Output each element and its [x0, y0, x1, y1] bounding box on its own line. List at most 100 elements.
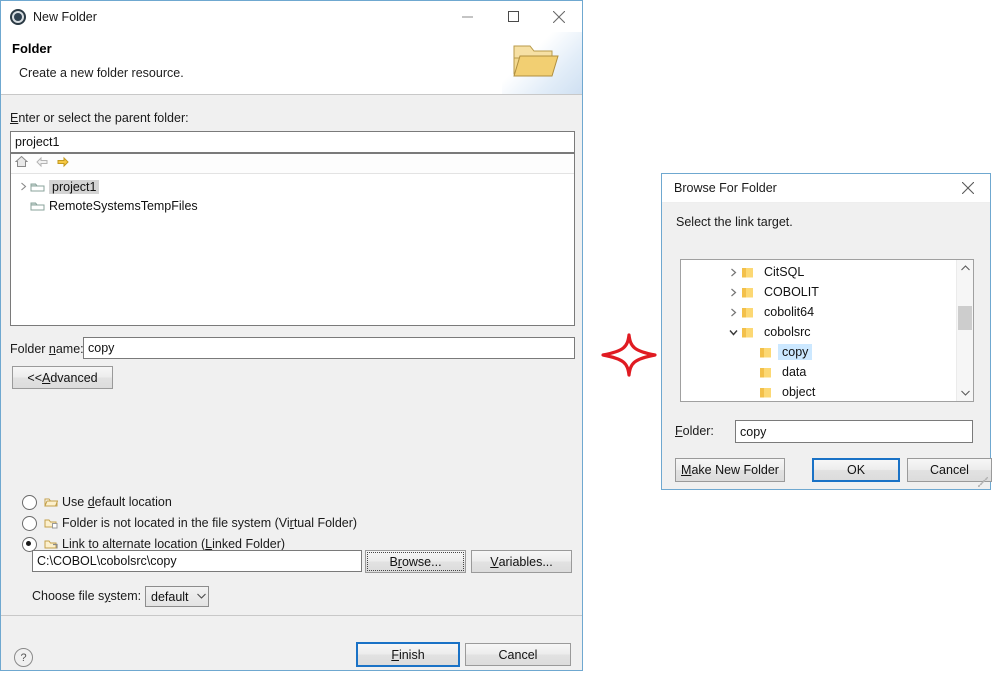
maximize-icon[interactable] [490, 1, 536, 32]
browse-tree-item-copy[interactable]: copy [681, 342, 973, 362]
file-system-label: Choose file system: [32, 589, 141, 603]
eclipse-wizard-icon [10, 9, 26, 25]
ok-label: OK [847, 463, 865, 477]
parent-folder-input[interactable]: project1 [10, 131, 575, 153]
browse-dialog-prompt: Select the link target. [676, 215, 990, 229]
folder-icon [759, 386, 772, 399]
folder-name-input[interactable]: copy [83, 337, 575, 359]
help-icon[interactable]: ? [14, 648, 33, 667]
file-system-select[interactable]: default [145, 586, 209, 607]
browse-cancel-label: Cancel [930, 463, 969, 477]
folder-icon [741, 286, 754, 299]
cancel-label: Cancel [499, 648, 538, 662]
browse-tree-item-cobolsrc[interactable]: cobolsrc [681, 322, 973, 342]
new-folder-titlebar: New Folder [1, 1, 582, 32]
tree-item-remotesystemstempfiles[interactable]: RemoteSystemsTempFiles [11, 196, 574, 215]
close-icon[interactable] [946, 174, 990, 202]
browse-tree-item-label: cobolit64 [760, 304, 818, 320]
browse-folder-label: Folder: [675, 424, 714, 438]
option-virtual-folder[interactable]: Folder is not located in the file system… [22, 513, 357, 533]
home-icon[interactable] [15, 155, 28, 173]
tree-toolbar [11, 154, 574, 174]
file-system-value: default [151, 590, 189, 604]
finish-button[interactable]: Finish [356, 642, 460, 667]
linked-folder-icon [44, 539, 58, 550]
browse-for-folder-dialog: Browse For Folder Select the link target… [661, 173, 991, 490]
browse-tree-item-label: CitSQL [760, 264, 808, 280]
browse-tree-item-citsql[interactable]: CitSQL [681, 262, 973, 282]
chevron-right-icon[interactable] [725, 288, 741, 297]
chevron-right-icon[interactable] [725, 308, 741, 317]
tree-item-label: RemoteSystemsTempFiles [49, 199, 198, 213]
folder-icon [741, 326, 754, 339]
browse-tree-item-object[interactable]: object [681, 382, 973, 402]
banner-art [502, 32, 582, 94]
folder-name-value: copy [88, 341, 114, 355]
folder-icon [741, 306, 754, 319]
red-sparkle-marker [600, 332, 658, 378]
folder-icon [759, 346, 772, 359]
folder-name-label: Folder name: [10, 342, 84, 356]
wizard-footer: ? Finish Cancel [1, 615, 582, 670]
option-label: Folder is not located in the file system… [62, 516, 357, 530]
wizard-description: Create a new folder resource. [19, 66, 184, 80]
radio-button[interactable] [22, 516, 37, 531]
browse-tree-item-cobolit[interactable]: COBOLIT [681, 282, 973, 302]
back-arrow-icon[interactable] [35, 155, 49, 173]
tree-rows: project1 RemoteSystemsTempFiles [11, 174, 574, 215]
option-use-default-location[interactable]: Use default location [22, 492, 172, 512]
browse-button[interactable]: Browse... [365, 550, 466, 573]
option-label: Link to alternate location (Linked Folde… [62, 537, 285, 551]
chevron-down-icon[interactable] [725, 329, 741, 336]
wizard-heading: Folder [12, 41, 52, 56]
parent-folder-tree[interactable]: project1 RemoteSystemsTempFiles [10, 153, 575, 326]
new-folder-dialog: New Folder Folder Create a new folder re… [0, 0, 583, 671]
parent-folder-value: project1 [15, 135, 59, 149]
browse-tree-item-label: copy [778, 344, 812, 360]
wizard-banner: Folder Create a new folder resource. [1, 32, 582, 95]
parent-folder-label-rest: nter or select the parent folder: [18, 111, 188, 125]
parent-folder-label: Enter or select the parent folder: [10, 111, 189, 125]
close-icon[interactable] [536, 1, 582, 32]
open-folder-icon [512, 40, 560, 87]
variables-button[interactable]: Variables... [471, 550, 572, 573]
link-path-input[interactable]: C:\COBOL\cobolsrc\copy [32, 550, 362, 572]
browse-tree-item-label: COBOLIT [760, 284, 823, 300]
browse-tree-item-label: cobolsrc [760, 324, 815, 340]
browse-folder-input[interactable]: copy [735, 420, 973, 443]
cancel-button[interactable]: Cancel [465, 643, 571, 666]
window-controls [444, 1, 582, 32]
browse-dialog-title: Browse For Folder [674, 181, 946, 195]
ok-button[interactable]: OK [812, 458, 900, 482]
browse-tree-item-label: data [778, 364, 810, 380]
chevron-right-icon[interactable] [725, 268, 741, 277]
browse-folder-tree[interactable]: CitSQL COBOLIT cobolit64 [680, 259, 974, 402]
browse-tree-item-label: object [778, 384, 819, 400]
folder-icon [759, 366, 772, 379]
resize-grip-icon[interactable] [978, 477, 988, 487]
browse-folder-value: copy [740, 425, 766, 439]
tree-item-project1[interactable]: project1 [11, 177, 574, 196]
wizard-body: Enter or select the parent folder: proje… [1, 95, 582, 615]
chevron-down-icon[interactable] [957, 385, 973, 401]
window-title: New Folder [33, 10, 444, 24]
scrollbar-thumb[interactable] [958, 306, 972, 330]
browse-tree-scrollbar[interactable] [956, 260, 973, 401]
chevron-down-icon [197, 591, 206, 602]
option-label: Use default location [62, 495, 172, 509]
forward-arrow-icon[interactable] [56, 155, 70, 173]
minimize-icon[interactable] [444, 1, 490, 32]
radio-button[interactable] [22, 495, 37, 510]
tree-item-label: project1 [49, 180, 99, 194]
browse-tree-item-cobolit64[interactable]: cobolit64 [681, 302, 973, 322]
folder-open-small-icon [44, 497, 58, 508]
virtual-folder-icon [44, 518, 58, 529]
eclipse-folder-icon [30, 181, 45, 193]
advanced-button[interactable]: << Advanced [12, 366, 113, 389]
make-new-folder-button[interactable]: Make New Folder [675, 458, 785, 482]
browse-tree-item-data[interactable]: data [681, 362, 973, 382]
eclipse-folder-icon [30, 200, 45, 212]
chevron-up-icon[interactable] [957, 260, 973, 276]
expand-arrow-icon[interactable] [17, 182, 30, 191]
link-path-value: C:\COBOL\cobolsrc\copy [37, 554, 177, 568]
